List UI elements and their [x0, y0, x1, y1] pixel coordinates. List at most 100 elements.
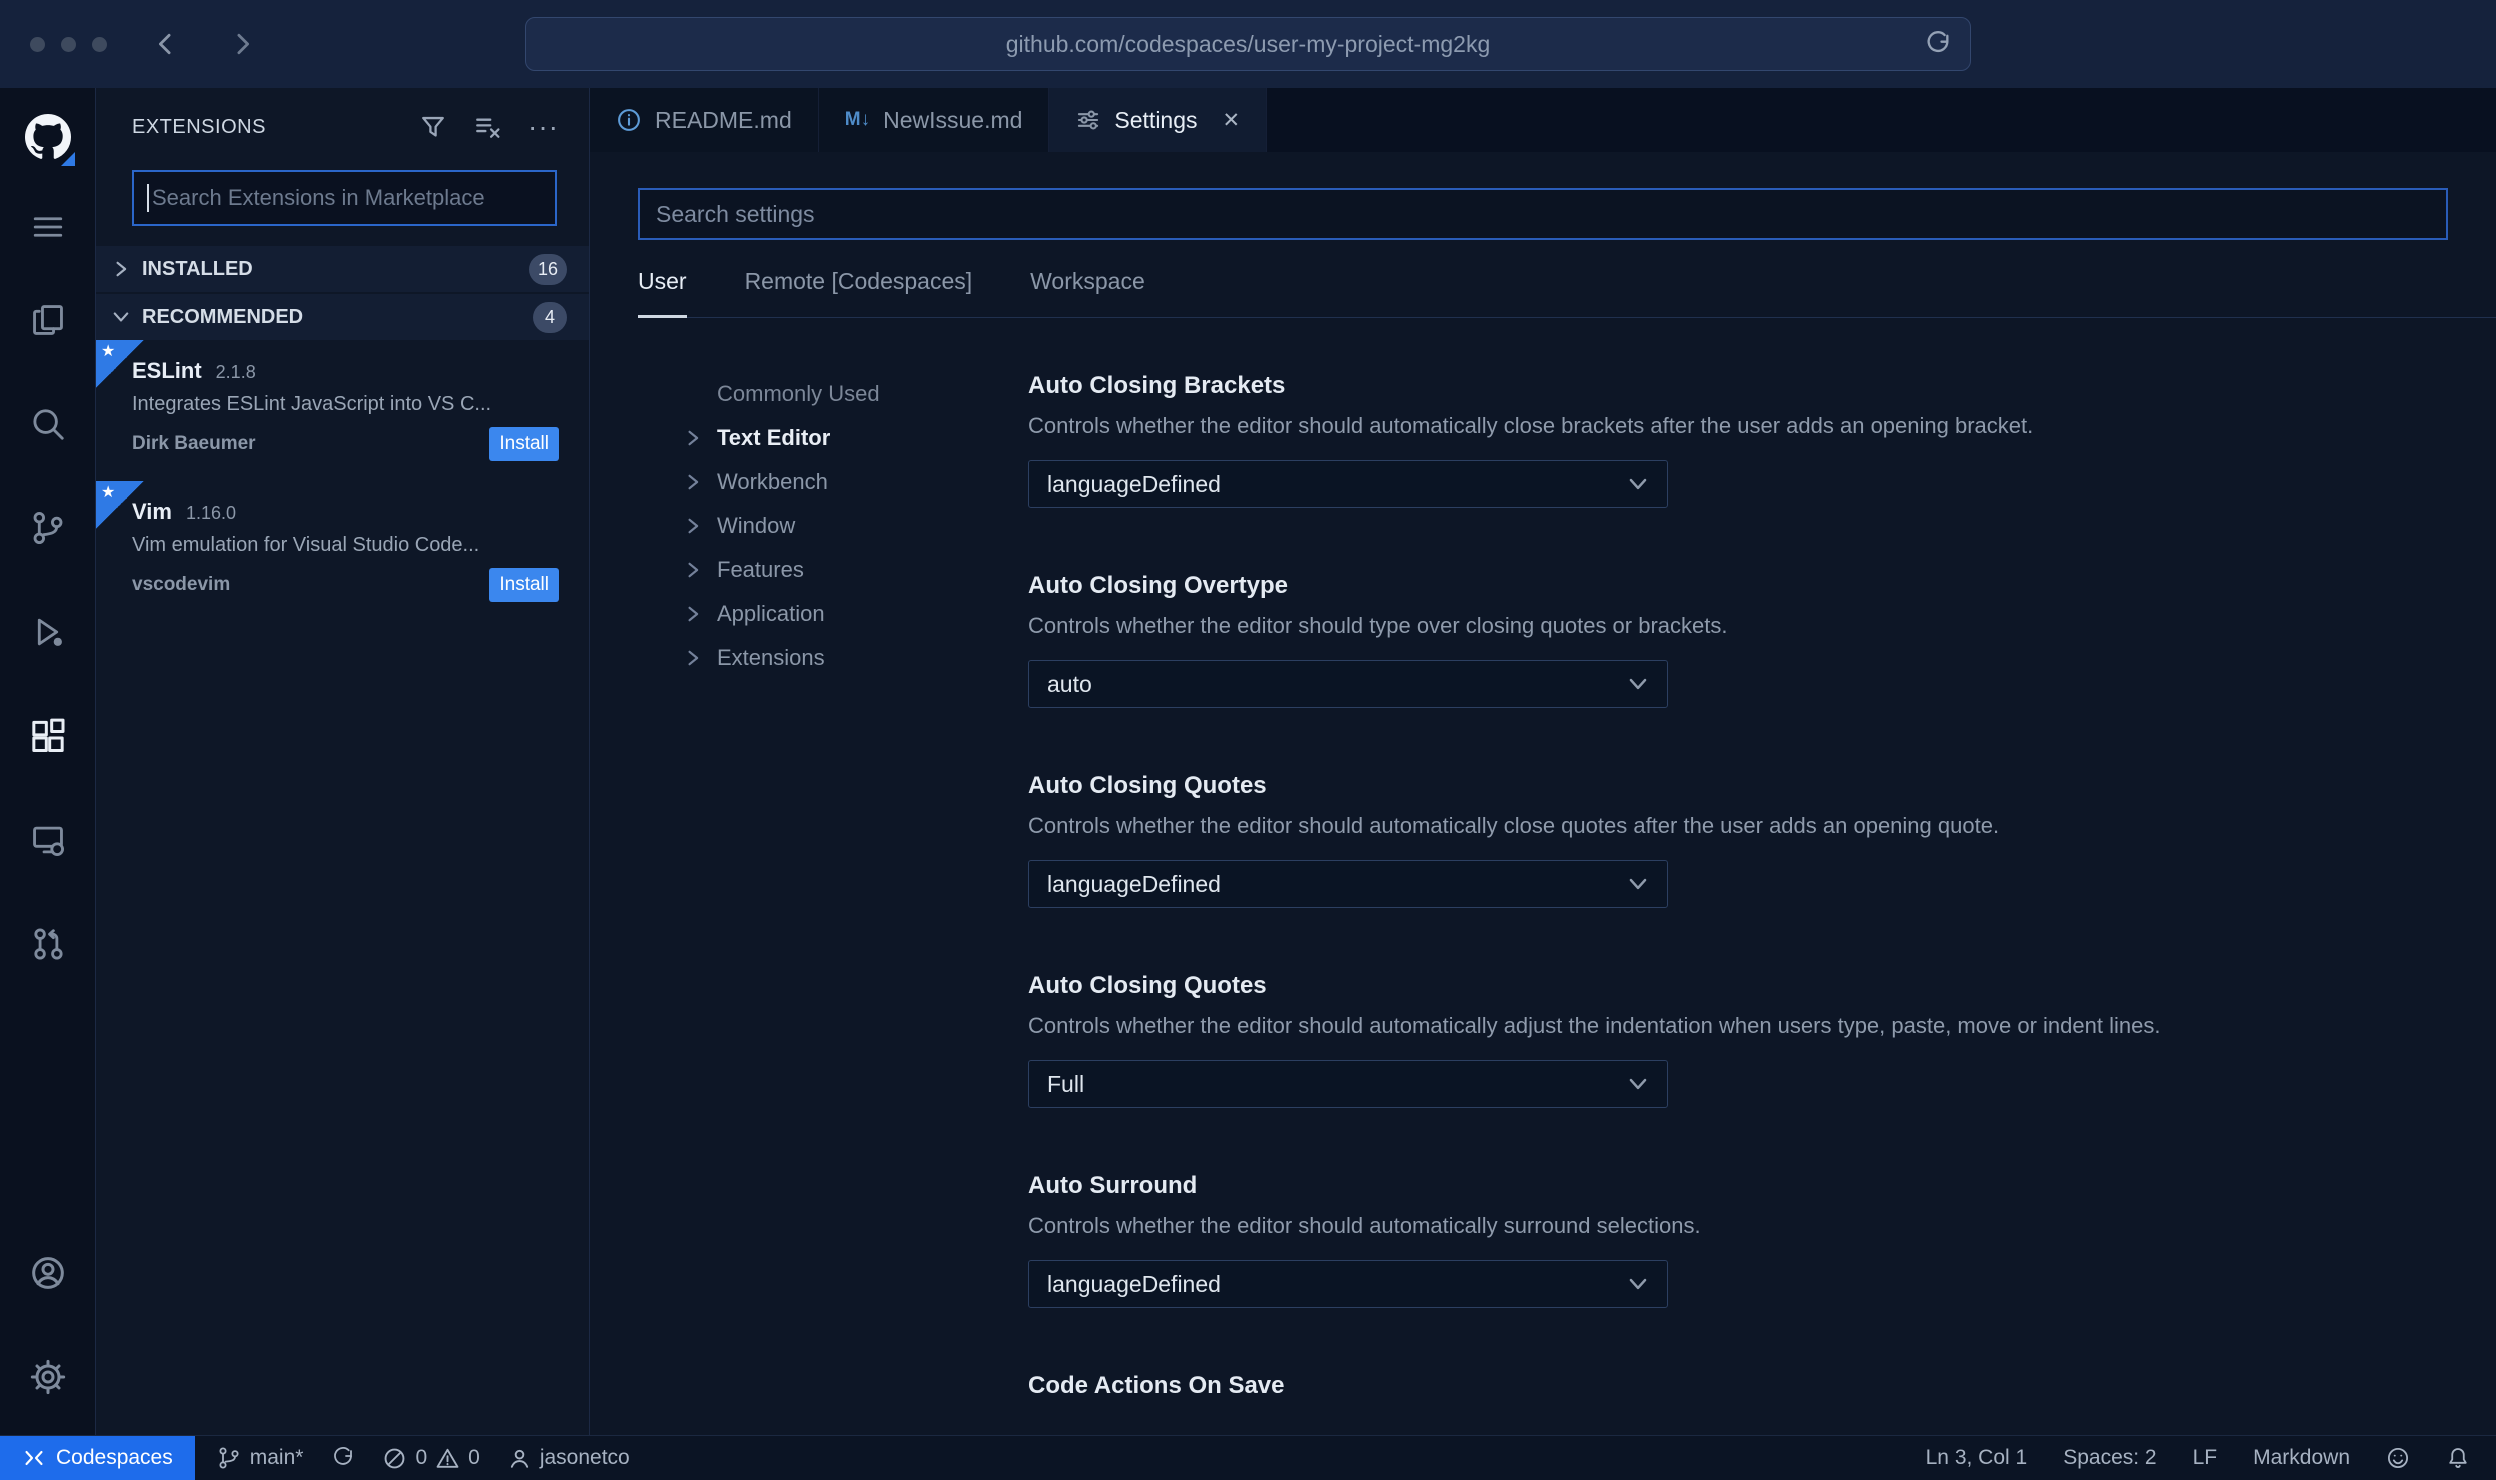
window-close-button[interactable] — [30, 36, 45, 52]
extension-publisher: vscodevim — [132, 574, 231, 595]
setting-dropdown[interactable]: languageDefined — [1028, 860, 1668, 908]
extension-description: Integrates ESLint JavaScript into VS C..… — [132, 393, 492, 415]
scope-tab-remote[interactable]: Remote [Codespaces] — [745, 268, 973, 317]
settings-gear-button[interactable] — [0, 1325, 95, 1429]
tab-readme[interactable]: README.md — [590, 88, 819, 152]
run-debug-icon — [37, 618, 62, 646]
chevron-right-icon — [108, 258, 134, 280]
clear-extensions-search-button[interactable] — [474, 114, 500, 140]
signed-in-user-button[interactable]: jasonetco — [508, 1446, 630, 1470]
chevron-down-icon — [108, 306, 134, 328]
vscode-workbench: EXTENSIONS ··· Search Extensions in Mark… — [0, 88, 2496, 1435]
extensions-sidebar: EXTENSIONS ··· Search Extensions in Mark… — [96, 88, 590, 1435]
scope-tab-workspace[interactable]: Workspace — [1030, 268, 1145, 317]
cursor-position-button[interactable]: Ln 3, Col 1 — [1926, 1446, 2028, 1470]
section-recommended[interactable]: RECOMMENDED 4 — [96, 294, 589, 340]
tab-newissue[interactable]: M↓ NewIssue.md — [818, 88, 1050, 152]
browser-forward-button[interactable] — [227, 29, 257, 59]
info-icon — [616, 107, 642, 133]
problems-button[interactable]: 0 0 — [383, 1446, 480, 1470]
tab-label: NewIssue.md — [883, 106, 1023, 133]
feedback-button[interactable] — [2386, 1446, 2410, 1470]
error-count: 0 — [415, 1446, 428, 1469]
toc-commonly-used[interactable]: Commonly Used — [682, 372, 1028, 416]
toc-extensions[interactable]: Extensions — [682, 636, 1028, 680]
pull-request-icon — [33, 928, 63, 960]
settings-search-input[interactable]: Search settings — [638, 188, 2448, 240]
codespaces-remote-button[interactable]: Codespaces — [0, 1436, 195, 1480]
toc-features[interactable]: Features — [682, 548, 1028, 592]
setting-auto-surround: Auto Surround Controls whether the edito… — [1028, 1172, 2436, 1308]
setting-dropdown[interactable]: auto — [1028, 660, 1668, 708]
chevron-right-icon — [682, 515, 717, 537]
sync-changes-button[interactable] — [331, 1446, 355, 1470]
browser-back-button[interactable] — [151, 29, 181, 59]
source-control-icon — [33, 512, 62, 544]
activity-run-debug-button[interactable] — [0, 580, 95, 684]
gear-icon — [30, 1359, 65, 1395]
setting-dropdown[interactable]: languageDefined — [1028, 460, 1668, 508]
branch-status-button[interactable]: main* — [217, 1446, 304, 1470]
section-installed[interactable]: INSTALLED 16 — [96, 246, 589, 292]
setting-dropdown[interactable]: languageDefined — [1028, 1260, 1668, 1308]
activity-explorer-button[interactable] — [0, 268, 95, 372]
settings-toc: Commonly Used Text Editor Workbench Wind… — [590, 372, 1028, 1435]
remote-explorer-icon — [32, 826, 64, 856]
chevron-down-icon — [1627, 873, 1649, 895]
setting-title: Auto Closing Overtype — [1028, 572, 1289, 599]
refresh-button[interactable] — [1924, 30, 1952, 58]
chevron-down-icon — [1627, 1073, 1649, 1095]
extension-publisher: Dirk Baeumer — [132, 433, 256, 454]
toc-label: Extensions — [717, 645, 825, 670]
address-bar[interactable]: github.com/codespaces/user-my-project-mg… — [525, 17, 1971, 71]
close-tab-icon[interactable]: ✕ — [1223, 108, 1241, 133]
more-actions-button[interactable]: ··· — [528, 113, 559, 141]
tab-label: README.md — [655, 106, 792, 133]
language-mode-button[interactable]: Markdown — [2253, 1446, 2350, 1470]
eol-button[interactable]: LF — [2193, 1446, 2218, 1470]
setting-auto-closing-overtype: Auto Closing Overtype Controls whether t… — [1028, 572, 2436, 708]
error-icon — [385, 1448, 405, 1468]
toc-label: Text Editor — [717, 425, 831, 450]
setting-auto-indent: Auto Closing Quotes Controls whether the… — [1028, 972, 2436, 1108]
extension-version: 2.1.8 — [215, 362, 256, 382]
setting-code-actions-on-save: Code Actions On Save — [1028, 1372, 2436, 1400]
tab-settings[interactable]: Settings ✕ — [1049, 88, 1268, 152]
scope-tab-user[interactable]: User — [638, 268, 687, 318]
menu-button[interactable] — [0, 186, 95, 268]
setting-description: Controls whether the editor should autom… — [1028, 1213, 1701, 1238]
toc-workbench[interactable]: Workbench — [682, 460, 1028, 504]
settings-search-placeholder: Search settings — [656, 200, 815, 227]
warning-count: 0 — [468, 1446, 480, 1469]
window-zoom-button[interactable] — [92, 36, 107, 52]
activity-remote-explorer-button[interactable] — [0, 788, 95, 892]
extension-description: Vim emulation for Visual Studio Code... — [132, 534, 480, 556]
account-button[interactable] — [0, 1221, 95, 1325]
extension-row-vim[interactable]: ★ Vim 1.16.0 Vim emulation for Visual St… — [96, 481, 589, 622]
install-button[interactable]: Install — [489, 427, 559, 461]
setting-dropdown[interactable]: Full — [1028, 1060, 1668, 1108]
recommended-count-badge: 4 — [533, 301, 567, 333]
extensions-search-input[interactable]: Search Extensions in Marketplace — [132, 170, 557, 226]
activity-pull-request-button[interactable] — [0, 892, 95, 996]
branch-name: main* — [249, 1446, 304, 1469]
activity-source-control-button[interactable] — [0, 476, 95, 580]
setting-auto-closing-brackets: Auto Closing Brackets Controls whether t… — [1028, 372, 2436, 508]
toc-label: Workbench — [717, 469, 828, 494]
toc-text-editor[interactable]: Text Editor — [682, 416, 1028, 460]
settings-scope-tabs: User Remote [Codespaces] Workspace — [638, 268, 2496, 318]
section-installed-label: INSTALLED — [142, 257, 253, 280]
activity-search-button[interactable] — [0, 372, 95, 476]
toc-window[interactable]: Window — [682, 504, 1028, 548]
url-text: github.com/codespaces/user-my-project-mg… — [1005, 30, 1491, 57]
indentation-button[interactable]: Spaces: 2 — [2063, 1446, 2156, 1470]
extension-row-eslint[interactable]: ★ ESLint 2.1.8 Integrates ESLint JavaScr… — [96, 340, 589, 481]
filter-extensions-button[interactable] — [420, 114, 446, 140]
warning-icon — [436, 1448, 459, 1468]
github-logo — [0, 88, 95, 186]
install-button[interactable]: Install — [489, 568, 559, 602]
toc-application[interactable]: Application — [682, 592, 1028, 636]
notifications-button[interactable] — [2446, 1446, 2470, 1470]
activity-extensions-button[interactable] — [0, 684, 95, 788]
window-minimize-button[interactable] — [61, 36, 76, 52]
